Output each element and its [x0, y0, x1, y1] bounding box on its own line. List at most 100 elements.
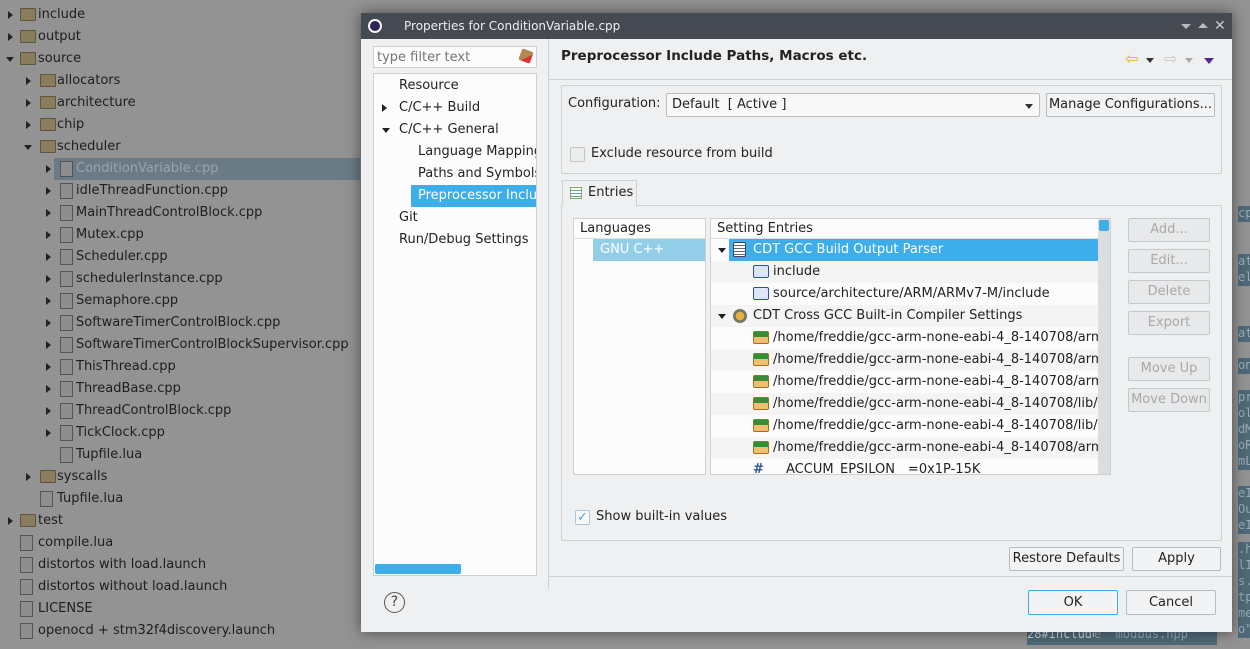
help-button[interactable]: ? — [384, 592, 405, 613]
pane-divider[interactable] — [548, 39, 549, 589]
move-up-button[interactable]: Move Up — [1128, 357, 1210, 381]
explorer-item[interactable]: schedulerInstance.cpp — [0, 268, 360, 290]
explorer-item[interactable]: openocd + stm32f4discovery.launch — [0, 620, 360, 642]
explorer-item[interactable]: idleThreadFunction.cpp — [0, 180, 360, 202]
explorer-item[interactable]: Mutex.cpp — [0, 224, 360, 246]
languages-header[interactable]: Languages — [574, 219, 705, 239]
collapsed-arrow-icon[interactable] — [46, 297, 51, 305]
show-builtin-checkbox[interactable]: ✓ — [575, 510, 590, 525]
collapsed-arrow-icon[interactable] — [46, 319, 51, 327]
delete-button[interactable]: Delete — [1128, 280, 1210, 304]
entries-header[interactable]: Setting Entries — [711, 219, 1110, 239]
collapsed-arrow-icon[interactable] — [46, 209, 51, 217]
explorer-item[interactable]: SoftwareTimerControlBlockSupervisor.cpp — [0, 334, 360, 356]
collapsed-arrow-icon[interactable] — [8, 33, 13, 41]
explorer-item[interactable]: ThreadBase.cpp — [0, 378, 360, 400]
clear-filter-icon[interactable] — [518, 48, 534, 64]
setting-entry[interactable]: source/architecture/ARM/ARMv7-M/include — [711, 283, 1099, 305]
setting-entry[interactable]: /home/freddie/gcc-arm-none-eabi-4_8-1407… — [711, 415, 1099, 437]
collapsed-arrow-icon[interactable] — [46, 187, 51, 195]
explorer-item[interactable]: Tupfile.lua — [0, 488, 360, 510]
setting-entry[interactable]: /home/freddie/gcc-arm-none-eabi-4_8-1407… — [711, 349, 1099, 371]
explorer-item[interactable]: architecture — [0, 92, 360, 114]
explorer-item[interactable]: test — [0, 510, 360, 532]
setting-entry[interactable]: /home/freddie/gcc-arm-none-eabi-4_8-1407… — [711, 393, 1099, 415]
collapsed-arrow-icon[interactable] — [382, 104, 387, 112]
configuration-select[interactable]: Default [ Active ] — [666, 93, 1040, 117]
add-button[interactable]: Add... — [1128, 218, 1210, 242]
setting-entry[interactable]: CDT Cross GCC Built-in Compiler Settings — [711, 305, 1099, 327]
cancel-button[interactable]: Cancel — [1126, 590, 1216, 615]
nav-item[interactable]: Run/Debug Settings — [374, 229, 536, 251]
collapsed-arrow-icon[interactable] — [26, 99, 31, 107]
collapsed-arrow-icon[interactable] — [46, 363, 51, 371]
forward-button[interactable]: ⇨ — [1164, 51, 1177, 67]
tab-entries[interactable]: Entries — [562, 180, 637, 206]
collapsed-arrow-icon[interactable] — [46, 165, 51, 173]
collapsed-arrow-icon[interactable] — [26, 473, 31, 481]
collapsed-arrow-icon[interactable] — [26, 77, 31, 85]
explorer-item[interactable]: ThreadControlBlock.cpp — [0, 400, 360, 422]
explorer-item[interactable]: LICENSE — [0, 598, 360, 620]
explorer-item[interactable]: output — [0, 26, 360, 48]
collapsed-arrow-icon[interactable] — [46, 231, 51, 239]
collapsed-arrow-icon[interactable] — [26, 121, 31, 129]
collapsed-arrow-icon[interactable] — [46, 429, 51, 437]
collapsed-arrow-icon[interactable] — [46, 253, 51, 261]
explorer-item[interactable]: compile.lua — [0, 532, 360, 554]
setting-entry[interactable]: include — [711, 261, 1099, 283]
explorer-item[interactable]: Semaphore.cpp — [0, 290, 360, 312]
explorer-item[interactable]: Scheduler.cpp — [0, 246, 360, 268]
explorer-item[interactable]: ConditionVariable.cpp — [0, 158, 360, 180]
scrollbar-thumb[interactable] — [1099, 220, 1109, 231]
dialog-title-bar[interactable]: Properties for ConditionVariable.cpp ✕ — [361, 13, 1232, 39]
minimize-icon[interactable] — [1181, 24, 1191, 29]
back-button[interactable]: ⇦ — [1125, 51, 1138, 67]
restore-defaults-button[interactable]: Restore Defaults — [1009, 547, 1124, 571]
expanded-arrow-icon[interactable] — [718, 314, 726, 319]
expanded-arrow-icon[interactable] — [718, 248, 726, 253]
explorer-item[interactable]: ThisThread.cpp — [0, 356, 360, 378]
explorer-item[interactable]: distortos with load.launch — [0, 554, 360, 576]
collapsed-arrow-icon[interactable] — [46, 341, 51, 349]
collapsed-arrow-icon[interactable] — [46, 385, 51, 393]
expanded-arrow-icon[interactable] — [24, 145, 32, 150]
collapsed-arrow-icon[interactable] — [46, 407, 51, 415]
expanded-arrow-icon[interactable] — [6, 57, 14, 62]
explorer-item[interactable]: Tupfile.lua — [0, 444, 360, 466]
explorer-item[interactable]: syscalls — [0, 466, 360, 488]
explorer-item[interactable]: TickClock.cpp — [0, 422, 360, 444]
collapsed-arrow-icon[interactable] — [8, 11, 13, 19]
explorer-item[interactable]: include — [0, 4, 360, 26]
explorer-item[interactable]: scheduler — [0, 136, 360, 158]
view-menu-icon[interactable] — [1204, 58, 1214, 64]
manage-configurations-button[interactable]: Manage Configurations... — [1046, 93, 1215, 117]
nav-item[interactable]: Resource — [374, 75, 536, 97]
nav-item[interactable]: C/C++ Build — [374, 97, 536, 119]
nav-item[interactable]: Preprocessor Include Paths, Macros etc. — [374, 185, 536, 207]
filter-input-box[interactable] — [373, 46, 537, 68]
explorer-item[interactable]: chip — [0, 114, 360, 136]
back-menu-icon[interactable] — [1146, 58, 1154, 63]
setting-entry[interactable]: /home/freddie/gcc-arm-none-eabi-4_8-1407… — [711, 371, 1099, 393]
nav-item[interactable]: Language Mapping — [374, 141, 536, 163]
move-down-button[interactable]: Move Down — [1128, 388, 1210, 412]
nav-item[interactable]: Paths and Symbols — [374, 163, 536, 185]
close-icon[interactable]: ✕ — [1214, 13, 1226, 39]
explorer-item[interactable]: MainThreadControlBlock.cpp — [0, 202, 360, 224]
collapsed-arrow-icon[interactable] — [46, 275, 51, 283]
nav-item[interactable]: C/C++ General — [374, 119, 536, 141]
setting-entry[interactable]: /home/freddie/gcc-arm-none-eabi-4_8-1407… — [711, 437, 1099, 459]
ok-button[interactable]: OK — [1028, 590, 1118, 615]
filter-input[interactable] — [374, 47, 514, 67]
explorer-item[interactable]: SoftwareTimerControlBlock.cpp — [0, 312, 360, 334]
forward-menu-icon[interactable] — [1185, 58, 1193, 63]
nav-item[interactable]: Git — [374, 207, 536, 229]
explorer-item[interactable]: source — [0, 48, 360, 70]
expanded-arrow-icon[interactable] — [382, 128, 390, 133]
edit-button[interactable]: Edit... — [1128, 249, 1210, 273]
setting-entry[interactable]: # __ACCUM_EPSILON__=0x1P-15K — [711, 459, 1099, 474]
export-button[interactable]: Export — [1128, 311, 1210, 335]
explorer-item[interactable]: distortos without load.launch — [0, 576, 360, 598]
language-item-gnu-cpp[interactable]: GNU C++ — [593, 239, 705, 261]
